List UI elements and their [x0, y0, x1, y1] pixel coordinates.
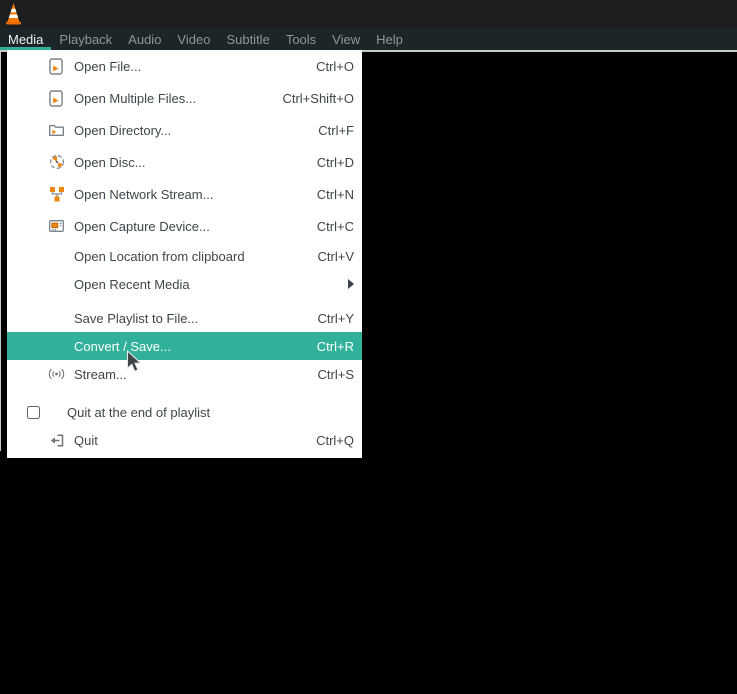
menubar-item-tools[interactable]: Tools	[278, 28, 324, 50]
menu-item-label: Open Location from clipboard	[74, 249, 245, 264]
menu-item-label: Stream...	[74, 367, 127, 382]
menu-item-label: Open Directory...	[74, 123, 171, 138]
menu-item-shortcut: Ctrl+O	[316, 59, 354, 74]
menu-item-quit-at-end-of-playlist[interactable]: Quit at the end of playlist	[7, 398, 362, 426]
menu-item-open-capture-device[interactable]: Open Capture Device... Ctrl+C	[7, 210, 362, 242]
menu-item-label: Save Playlist to File...	[74, 311, 198, 326]
menubar-item-playback[interactable]: Playback	[51, 28, 120, 50]
video-area-left-border	[0, 51, 1, 451]
menu-item-open-file[interactable]: Open File... Ctrl+O	[7, 50, 362, 82]
media-dropdown-menu: Open File... Ctrl+O Open Multiple Files.…	[7, 50, 362, 458]
menubar-item-audio[interactable]: Audio	[120, 28, 169, 50]
menu-item-save-playlist[interactable]: Save Playlist to File... Ctrl+Y	[7, 304, 362, 332]
menu-item-open-directory[interactable]: Open Directory... Ctrl+F	[7, 114, 362, 146]
menu-item-shortcut: Ctrl+F	[318, 123, 354, 138]
quit-at-end-checkbox[interactable]	[27, 406, 40, 419]
menu-item-label: Open Network Stream...	[74, 187, 213, 202]
menu-item-quit[interactable]: Quit Ctrl+Q	[7, 426, 362, 454]
menu-bar: Media Playback Audio Video Subtitle Tool…	[0, 28, 737, 50]
empty-icon-slot	[48, 276, 65, 293]
network-icon	[48, 186, 65, 203]
empty-icon-slot	[48, 338, 65, 355]
file-play-icon	[48, 58, 65, 75]
menu-item-convert-save[interactable]: Convert / Save... Ctrl+R	[7, 332, 362, 360]
menu-item-label: Quit at the end of playlist	[67, 405, 210, 420]
quit-icon	[48, 432, 65, 449]
disc-icon	[48, 154, 65, 171]
menu-item-open-multiple-files[interactable]: Open Multiple Files... Ctrl+Shift+O	[7, 82, 362, 114]
menubar-label: Tools	[286, 32, 316, 47]
empty-icon-slot	[48, 248, 65, 265]
file-play-icon	[48, 90, 65, 107]
menu-item-open-recent-media[interactable]: Open Recent Media	[7, 270, 362, 298]
menubar-label: Help	[376, 32, 403, 47]
menubar-item-subtitle[interactable]: Subtitle	[218, 28, 277, 50]
menubar-label: Subtitle	[226, 32, 269, 47]
vlc-cone-icon	[5, 3, 22, 25]
menu-item-label: Open Multiple Files...	[74, 91, 196, 106]
menu-item-shortcut: Ctrl+Y	[318, 311, 354, 326]
menu-item-label: Open File...	[74, 59, 141, 74]
menu-item-open-location-clipboard[interactable]: Open Location from clipboard Ctrl+V	[7, 242, 362, 270]
menu-item-shortcut: Ctrl+Q	[316, 433, 354, 448]
submenu-arrow-icon	[348, 279, 354, 289]
capture-device-icon	[48, 218, 65, 235]
menubar-item-video[interactable]: Video	[169, 28, 218, 50]
menu-item-open-network-stream[interactable]: Open Network Stream... Ctrl+N	[7, 178, 362, 210]
menu-item-open-disc[interactable]: Open Disc... Ctrl+D	[7, 146, 362, 178]
menu-item-label: Quit	[74, 433, 98, 448]
menu-item-label: Convert / Save...	[74, 339, 171, 354]
folder-play-icon	[48, 122, 65, 139]
menubar-label: Audio	[128, 32, 161, 47]
menu-item-stream[interactable]: Stream... Ctrl+S	[7, 360, 362, 388]
menu-item-shortcut: Ctrl+V	[318, 249, 354, 264]
menu-item-label: Open Disc...	[74, 155, 146, 170]
menu-item-shortcut: Ctrl+R	[317, 339, 354, 354]
menubar-label: Playback	[59, 32, 112, 47]
broadcast-icon	[48, 366, 65, 383]
title-bar	[0, 0, 737, 28]
menu-item-shortcut: Ctrl+Shift+O	[282, 91, 354, 106]
menu-item-label: Open Recent Media	[74, 277, 190, 292]
menubar-label: Video	[177, 32, 210, 47]
menu-item-shortcut: Ctrl+D	[317, 155, 354, 170]
menubar-item-view[interactable]: View	[324, 28, 368, 50]
menu-item-shortcut: Ctrl+N	[317, 187, 354, 202]
menubar-item-media[interactable]: Media	[0, 28, 51, 50]
menubar-label: View	[332, 32, 360, 47]
menu-item-shortcut: Ctrl+C	[317, 219, 354, 234]
menu-item-label: Open Capture Device...	[74, 219, 210, 234]
menubar-item-help[interactable]: Help	[368, 28, 411, 50]
menu-item-shortcut: Ctrl+S	[318, 367, 354, 382]
menubar-label: Media	[8, 32, 43, 47]
empty-icon-slot	[48, 310, 65, 327]
menu-separator	[7, 388, 362, 398]
